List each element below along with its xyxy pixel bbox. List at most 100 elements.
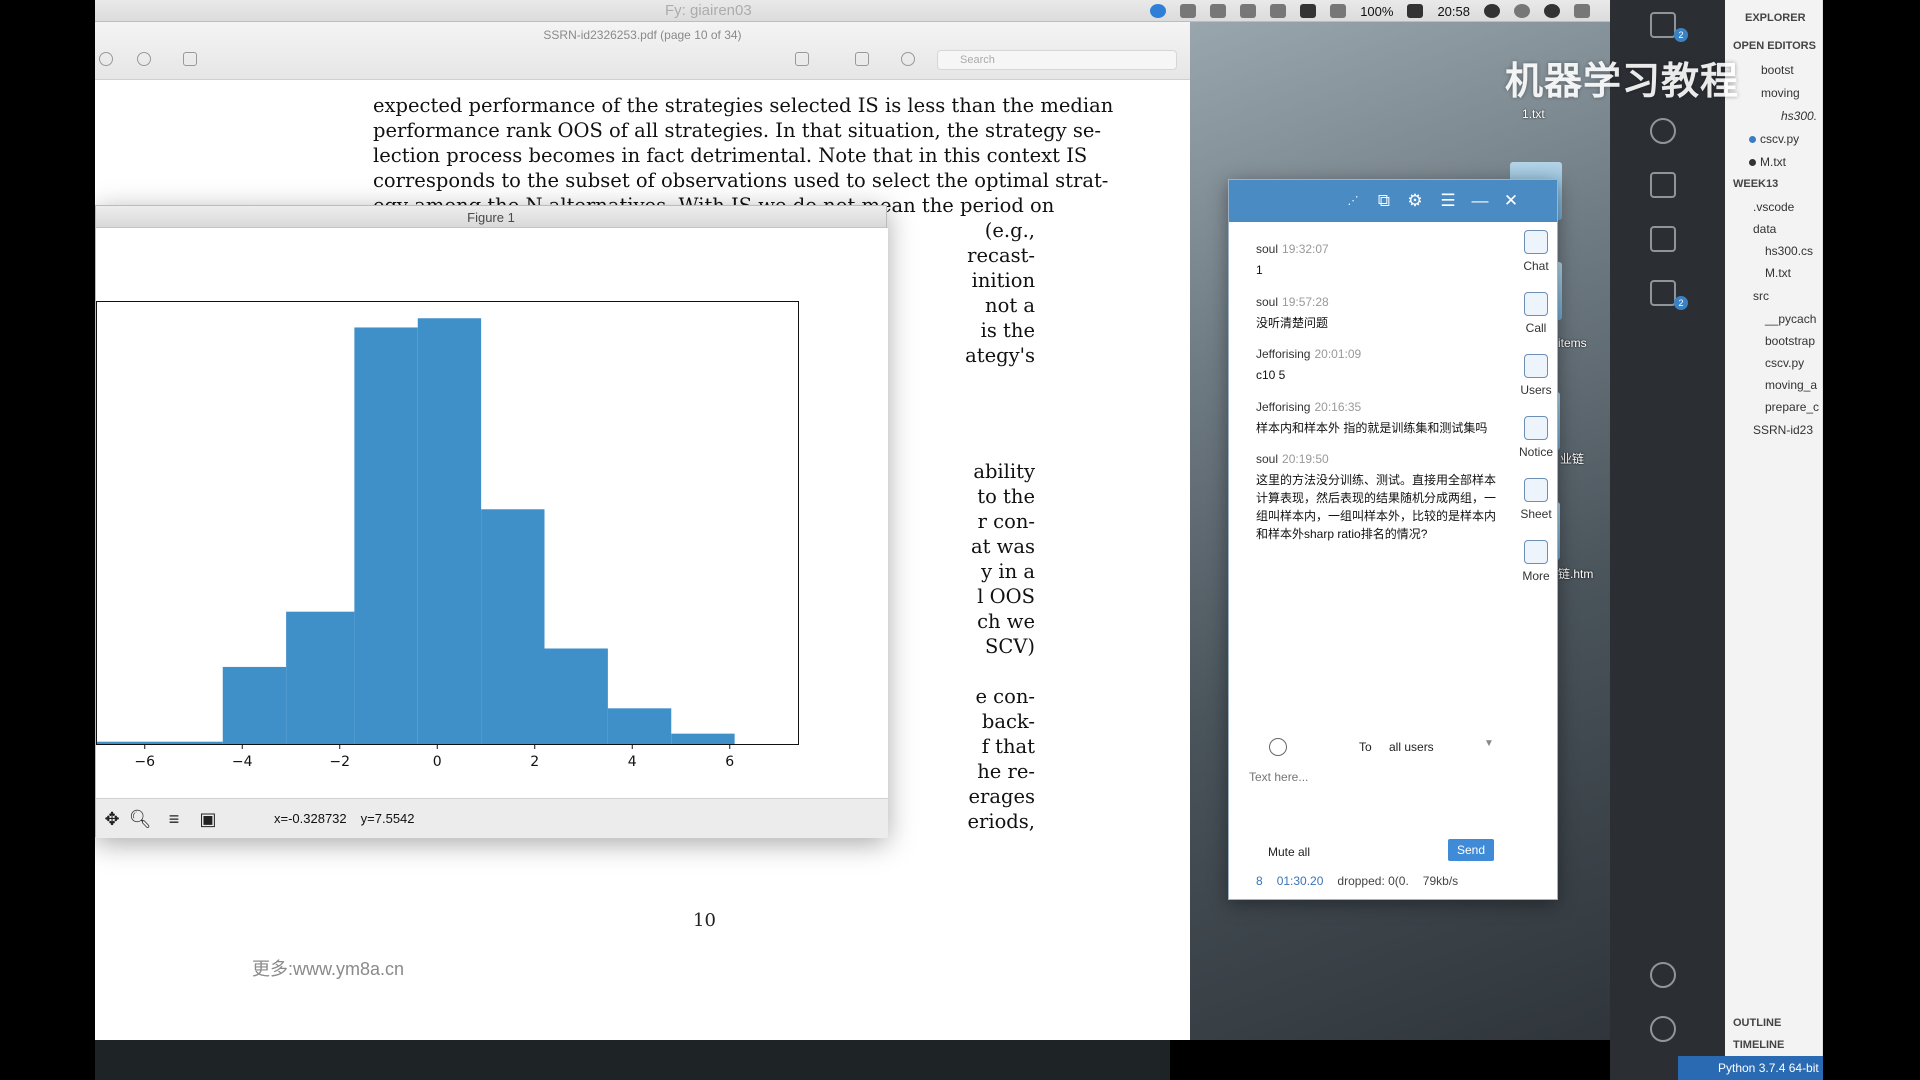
side-item-more[interactable]: More (1515, 540, 1557, 583)
gear-icon[interactable] (1650, 1016, 1676, 1042)
tree-item[interactable]: bootstrap (1765, 334, 1822, 348)
rotate-icon[interactable] (855, 52, 869, 66)
send-button[interactable]: Send (1448, 839, 1494, 861)
tree-item[interactable]: __pycach (1765, 312, 1822, 326)
account-icon[interactable] (1650, 962, 1676, 988)
open-editor-item[interactable]: hs300. (1781, 109, 1822, 123)
open-editor-item[interactable]: M.txt (1749, 155, 1822, 169)
figure-window: Figure 1 −6 −4 −2 0 2 4 6 ✥ 🔍︎ ≡ ▣ x=-0.328732… (95, 205, 888, 838)
figure-titlebar[interactable]: Figure 1 (96, 206, 886, 228)
zoom-icon[interactable]: 🔍︎ (128, 807, 152, 831)
histogram-bar (481, 509, 545, 744)
open-editor-item[interactable]: cscv.py (1749, 132, 1822, 146)
message-time: 19:57:28 (1282, 295, 1329, 309)
outline-header[interactable]: OUTLINE (1733, 1017, 1822, 1029)
save-icon[interactable]: ▣ (196, 807, 220, 831)
tree-item[interactable]: src (1753, 289, 1822, 303)
menu-icon[interactable]: ☰ (1439, 192, 1457, 210)
workspace-header[interactable]: WEEK13 (1733, 178, 1822, 190)
recipient-select[interactable]: all users (1389, 740, 1434, 754)
side-item-notice[interactable]: Notice (1515, 416, 1557, 459)
pdf-text-fragment: SCV) (985, 635, 1035, 658)
side-item-call[interactable]: Call (1515, 292, 1557, 335)
tree-item[interactable]: .vscode (1753, 200, 1822, 214)
volume-icon[interactable] (1210, 4, 1227, 18)
popout-icon[interactable]: ⧉ (1375, 192, 1393, 210)
zoom-in-icon[interactable] (137, 52, 151, 66)
side-item-chat[interactable]: Chat (1515, 230, 1557, 273)
remote-explorer-icon[interactable] (1650, 226, 1676, 252)
share-icon[interactable] (183, 52, 197, 66)
tree-item[interactable]: moving_a (1765, 378, 1822, 392)
input-source-icon[interactable] (1300, 4, 1317, 18)
pdf-text-line: performance rank OOS of all strategies. … (373, 119, 1101, 142)
histogram-bar (607, 708, 672, 744)
tree-item[interactable]: SSRN-id23 (1753, 423, 1822, 437)
tree-item[interactable]: M.txt (1765, 266, 1822, 280)
configure-subplots-icon[interactable]: ≡ (162, 807, 186, 831)
side-item-sheet[interactable]: Sheet (1515, 478, 1557, 521)
close-icon[interactable]: ✕ (1502, 192, 1520, 210)
spotlight-search-icon[interactable] (1514, 4, 1530, 18)
pdf-text-fragment: f that (981, 735, 1035, 758)
message-user: Jefforising (1256, 347, 1311, 361)
desktop-label-2: items (1558, 336, 1587, 350)
x-tick-label: 6 (725, 754, 734, 770)
mute-all-button[interactable]: Mute all (1268, 845, 1310, 859)
timeline-header[interactable]: TIMELINE (1733, 1039, 1822, 1051)
source-control-icon[interactable] (1650, 118, 1676, 144)
message-time: 20:19:50 (1282, 452, 1329, 466)
histogram-bar (96, 741, 223, 744)
zoom-out-icon[interactable] (99, 52, 113, 66)
pdf-text-line: expected performance of the strategies s… (373, 94, 1114, 117)
wifi-icon[interactable] (1270, 4, 1287, 18)
markup-icon[interactable] (795, 52, 809, 66)
tree-item[interactable]: prepare_c (1765, 400, 1822, 414)
tree-item[interactable]: hs300.cs (1765, 244, 1822, 258)
display-icon[interactable] (1240, 4, 1257, 18)
notification-center-icon[interactable] (1574, 4, 1590, 18)
x-tick-label: 0 (433, 754, 442, 770)
pdf-text-fragment: at was (971, 535, 1035, 558)
chat-status-bar: 8 01:30.20 dropped: 0(0. 79kb/s (1256, 874, 1458, 888)
vscode-explorer: EXPLORER OPEN EDITORS bootst moving hs30… (1725, 0, 1823, 1080)
siri-icon[interactable] (1544, 4, 1560, 18)
side-item-users[interactable]: Users (1515, 354, 1557, 397)
run-debug-icon[interactable] (1650, 172, 1676, 198)
app-status-icon[interactable] (1150, 4, 1167, 18)
message-input[interactable] (1249, 768, 1539, 786)
open-editor-item[interactable]: bootst (1761, 63, 1822, 77)
search-input[interactable]: Search (937, 50, 1177, 70)
pdf-toolbar: SSRN-id2326253.pdf (page 10 of 34) Searc… (95, 22, 1190, 80)
python-interpreter-status[interactable]: Python 3.7.4 64-bit (1718, 1061, 1819, 1075)
open-editors-header[interactable]: OPEN EDITORS (1733, 40, 1822, 52)
chevron-down-icon[interactable]: ▼ (1484, 738, 1494, 749)
battery-icon[interactable] (1407, 4, 1424, 18)
pdf-text-fragment: back- (981, 710, 1035, 733)
pdf-text-fragment: erages (968, 785, 1035, 808)
emoji-icon[interactable] (1269, 738, 1287, 756)
user-icon[interactable] (1484, 4, 1500, 18)
pan-icon[interactable]: ✥ (100, 807, 124, 831)
drag-handle-icon[interactable]: ⋰ (1344, 192, 1362, 210)
gear-icon[interactable]: ⚙ (1406, 192, 1424, 210)
message-text: 没听清楚问题 (1256, 316, 1329, 330)
figure-canvas[interactable]: −6 −4 −2 0 2 4 6 (96, 228, 888, 798)
bluetooth-icon[interactable] (1330, 4, 1347, 18)
clock[interactable]: 20:58 (1437, 4, 1470, 19)
pdf-text-fragment: r con- (977, 510, 1035, 533)
shield-icon[interactable] (1180, 4, 1197, 18)
minimize-icon[interactable]: — (1471, 192, 1489, 210)
histogram-bar (417, 318, 482, 744)
vscode-status-bar[interactable]: Python 3.7.4 64-bit (1678, 1056, 1823, 1080)
annotate-icon[interactable] (901, 52, 915, 66)
chat-message: soul 20:19:50 这里的方法没分训练、测试。直接用全部样本计算表现，然后… (1256, 452, 1496, 543)
open-editor-item[interactable]: moving (1761, 86, 1822, 100)
chat-message-list[interactable]: soul 19:32:07 1 soul 19:57:28 没听清楚问题 Jeffo… (1229, 222, 1519, 722)
pdf-text-line: lection process becomes in fact detrimen… (373, 144, 1088, 167)
tree-item[interactable]: data (1753, 222, 1822, 236)
explorer-icon[interactable] (1650, 12, 1676, 38)
pdf-text-fragment: l OOS (977, 585, 1035, 608)
tree-item[interactable]: cscv.py (1765, 356, 1822, 370)
extensions-icon[interactable] (1650, 280, 1676, 306)
